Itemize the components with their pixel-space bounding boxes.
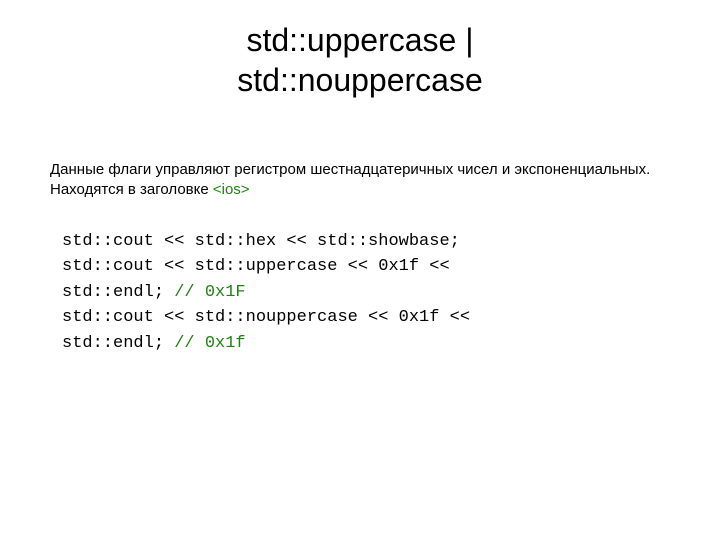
code-block: std::cout << std::hex << std::showbase; …: [50, 229, 670, 357]
code-line-3: std::endl;: [62, 283, 174, 302]
description-line-1: Данные флаги управляют регистром шестнад…: [50, 161, 650, 178]
title-line-2: std::nouppercase: [237, 62, 483, 98]
code-comment-1: // 0x1F: [174, 283, 245, 302]
code-line-2: std::cout << std::uppercase << 0x1f <<: [62, 257, 450, 276]
header-name: <ios>: [213, 181, 250, 198]
description-line-2-prefix: Находятся в заголовке: [50, 181, 213, 198]
code-comment-2: // 0x1f: [174, 334, 245, 353]
page-title: std::uppercase | std::nouppercase: [50, 20, 670, 100]
code-line-5: std::endl;: [62, 334, 174, 353]
slide: std::uppercase | std::nouppercase Данные…: [0, 0, 720, 540]
title-line-1: std::uppercase |: [246, 22, 473, 58]
description: Данные флаги управляют регистром шестнад…: [50, 160, 670, 201]
code-line-4: std::cout << std::nouppercase << 0x1f <<: [62, 308, 470, 327]
code-line-1: std::cout << std::hex << std::showbase;: [62, 232, 460, 251]
